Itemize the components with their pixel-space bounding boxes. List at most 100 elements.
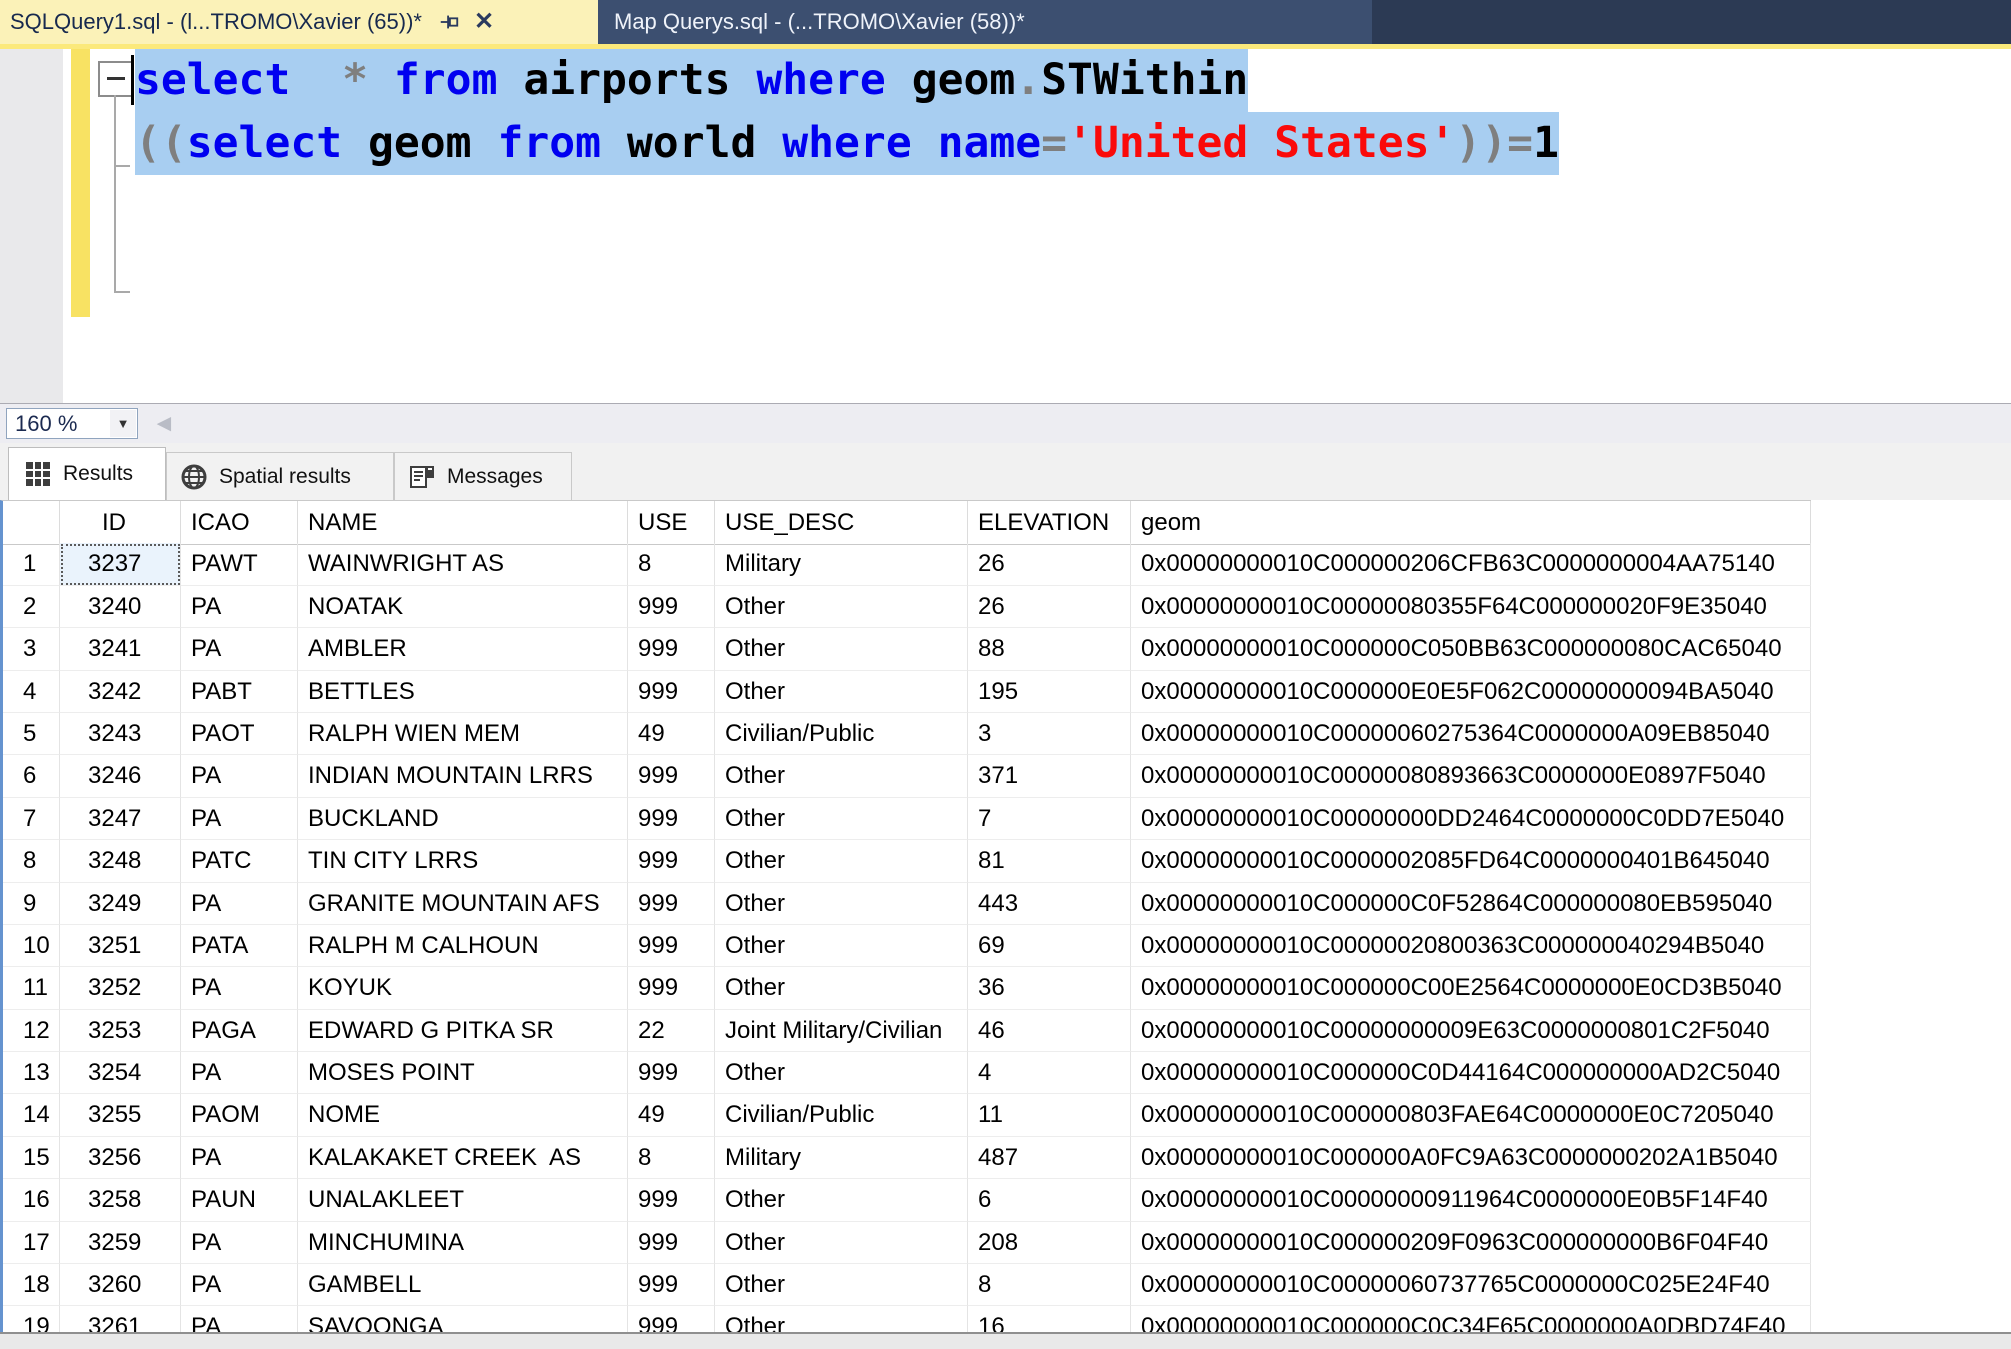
- grid-cell[interactable]: 0x00000000010C000000206CFB63C0000000004A…: [1131, 543, 1811, 585]
- row-number[interactable]: 17: [3, 1222, 60, 1264]
- sql-editor[interactable]: select * from airports where geom.STWith…: [0, 49, 2011, 403]
- grid-cell[interactable]: Civilian/Public: [715, 1094, 968, 1136]
- grid-cell[interactable]: 8: [628, 543, 715, 585]
- grid-cell[interactable]: 8: [628, 1137, 715, 1179]
- grid-cell[interactable]: WAINWRIGHT AS: [298, 543, 628, 585]
- grid-cell[interactable]: INDIAN MOUNTAIN LRRS: [298, 755, 628, 797]
- grid-cell[interactable]: 11: [968, 1094, 1131, 1136]
- grid-cell[interactable]: RALPH M CALHOUN: [298, 925, 628, 967]
- grid-cell[interactable]: UNALAKLEET: [298, 1179, 628, 1221]
- grid-cell[interactable]: MINCHUMINA: [298, 1222, 628, 1264]
- row-number[interactable]: 14: [3, 1094, 60, 1136]
- grid-cell[interactable]: Other: [715, 671, 968, 713]
- grid-cell[interactable]: 999: [628, 798, 715, 840]
- grid-cell[interactable]: 3242: [60, 671, 181, 713]
- grid-cell[interactable]: PA: [181, 883, 298, 925]
- grid-cell[interactable]: 0x00000000010C00000000911964C0000000E0B5…: [1131, 1179, 1811, 1221]
- row-number[interactable]: 3: [3, 628, 60, 670]
- grid-cell[interactable]: GRANITE MOUNTAIN AFS: [298, 883, 628, 925]
- grid-cell[interactable]: PA: [181, 798, 298, 840]
- grid-cell[interactable]: 0x00000000010C00000060275364C0000000A09E…: [1131, 713, 1811, 755]
- grid-cell[interactable]: 36: [968, 967, 1131, 1009]
- grid-cell[interactable]: KALAKAKET CREEK AS: [298, 1137, 628, 1179]
- grid-cell[interactable]: 999: [628, 883, 715, 925]
- tab-results[interactable]: Results: [8, 447, 166, 500]
- grid-cell[interactable]: Other: [715, 1264, 968, 1306]
- grid-cell[interactable]: BUCKLAND: [298, 798, 628, 840]
- grid-cell[interactable]: Other: [715, 1222, 968, 1264]
- grid-cell[interactable]: PAOT: [181, 713, 298, 755]
- grid-cell[interactable]: 88: [968, 628, 1131, 670]
- row-number[interactable]: 9: [3, 883, 60, 925]
- grid-cell[interactable]: PA: [181, 1137, 298, 1179]
- grid-cell[interactable]: 0x00000000010C00000000DD2464C0000000C0DD…: [1131, 798, 1811, 840]
- grid-cell[interactable]: PA: [181, 1052, 298, 1094]
- grid-cell[interactable]: PA: [181, 967, 298, 1009]
- grid-cell[interactable]: 0x00000000010C0000002085FD64C0000000401B…: [1131, 840, 1811, 882]
- grid-cell[interactable]: Other: [715, 967, 968, 1009]
- grid-cell[interactable]: PA: [181, 628, 298, 670]
- grid-cell[interactable]: PA: [181, 1306, 298, 1332]
- grid-cell[interactable]: 0x00000000010C000000C0D44164C000000000AD…: [1131, 1052, 1811, 1094]
- column-header-NAME[interactable]: NAME: [298, 501, 628, 545]
- row-number[interactable]: 6: [3, 755, 60, 797]
- grid-cell[interactable]: 0x00000000010C000000E0E5F062C00000000094…: [1131, 671, 1811, 713]
- grid-cell[interactable]: 0x00000000010C00000020800363C00000004029…: [1131, 925, 1811, 967]
- grid-cell[interactable]: Military: [715, 543, 968, 585]
- grid-cell[interactable]: 0x00000000010C000000C0C34F65C0000000A0DB…: [1131, 1306, 1811, 1332]
- code-fold-collapse-icon[interactable]: [98, 61, 134, 97]
- grid-cell[interactable]: 443: [968, 883, 1131, 925]
- grid-cell[interactable]: PAWT: [181, 543, 298, 585]
- grid-cell[interactable]: 999: [628, 1222, 715, 1264]
- grid-cell[interactable]: 49: [628, 713, 715, 755]
- grid-cell[interactable]: 3241: [60, 628, 181, 670]
- grid-cell[interactable]: 371: [968, 755, 1131, 797]
- grid-cell[interactable]: Joint Military/Civilian: [715, 1010, 968, 1052]
- grid-cell[interactable]: PABT: [181, 671, 298, 713]
- horizontal-scrollbar[interactable]: [0, 1332, 2011, 1349]
- grid-cell[interactable]: Other: [715, 628, 968, 670]
- pin-icon[interactable]: [436, 9, 462, 35]
- grid-cell[interactable]: KOYUK: [298, 967, 628, 1009]
- column-header-USE[interactable]: USE: [628, 501, 715, 545]
- grid-cell[interactable]: 49: [628, 1094, 715, 1136]
- grid-cell[interactable]: 7: [968, 798, 1131, 840]
- grid-cell[interactable]: Other: [715, 586, 968, 628]
- grid-cell[interactable]: 999: [628, 967, 715, 1009]
- grid-cell[interactable]: PA: [181, 1264, 298, 1306]
- grid-cell[interactable]: BETTLES: [298, 671, 628, 713]
- row-number[interactable]: 19: [3, 1306, 60, 1332]
- grid-cell[interactable]: 0x00000000010C00000060737765C0000000C025…: [1131, 1264, 1811, 1306]
- grid-cell[interactable]: 3259: [60, 1222, 181, 1264]
- grid-cell[interactable]: Other: [715, 798, 968, 840]
- grid-cell[interactable]: AMBLER: [298, 628, 628, 670]
- zoom-level-combobox[interactable]: 160 % ▼: [6, 408, 138, 439]
- grid-cell[interactable]: 3254: [60, 1052, 181, 1094]
- grid-cell[interactable]: Other: [715, 840, 968, 882]
- grid-cell[interactable]: 0x00000000010C000000A0FC9A63C0000000202A…: [1131, 1137, 1811, 1179]
- tab-messages[interactable]: Messages: [394, 452, 572, 500]
- tab-map-querys[interactable]: Map Querys.sql - (...TROMO\Xavier (58))*: [598, 0, 1372, 44]
- grid-cell[interactable]: 0x00000000010C000000803FAE64C0000000E0C7…: [1131, 1094, 1811, 1136]
- chevron-left-icon[interactable]: ◄: [152, 410, 176, 438]
- grid-cell[interactable]: 26: [968, 586, 1131, 628]
- grid-cell[interactable]: 0x00000000010C00000080893663C0000000E089…: [1131, 755, 1811, 797]
- column-header-geom[interactable]: geom: [1131, 501, 1811, 545]
- grid-cell[interactable]: EDWARD G PITKA SR: [298, 1010, 628, 1052]
- grid-cell[interactable]: 3246: [60, 755, 181, 797]
- grid-cell[interactable]: 3: [968, 713, 1131, 755]
- grid-cell[interactable]: 0x00000000010C00000000009E63C0000000801C…: [1131, 1010, 1811, 1052]
- row-number[interactable]: 4: [3, 671, 60, 713]
- grid-cell[interactable]: Other: [715, 1306, 968, 1332]
- grid-cell[interactable]: 999: [628, 840, 715, 882]
- grid-cell[interactable]: 3255: [60, 1094, 181, 1136]
- grid-cell[interactable]: 999: [628, 586, 715, 628]
- grid-cell[interactable]: PA: [181, 755, 298, 797]
- grid-cell[interactable]: MOSES POINT: [298, 1052, 628, 1094]
- grid-cell[interactable]: RALPH WIEN MEM: [298, 713, 628, 755]
- grid-cell[interactable]: PATA: [181, 925, 298, 967]
- grid-cell[interactable]: 69: [968, 925, 1131, 967]
- row-number[interactable]: 1: [3, 543, 60, 585]
- column-header-ID[interactable]: ID: [60, 501, 181, 545]
- row-number[interactable]: 7: [3, 798, 60, 840]
